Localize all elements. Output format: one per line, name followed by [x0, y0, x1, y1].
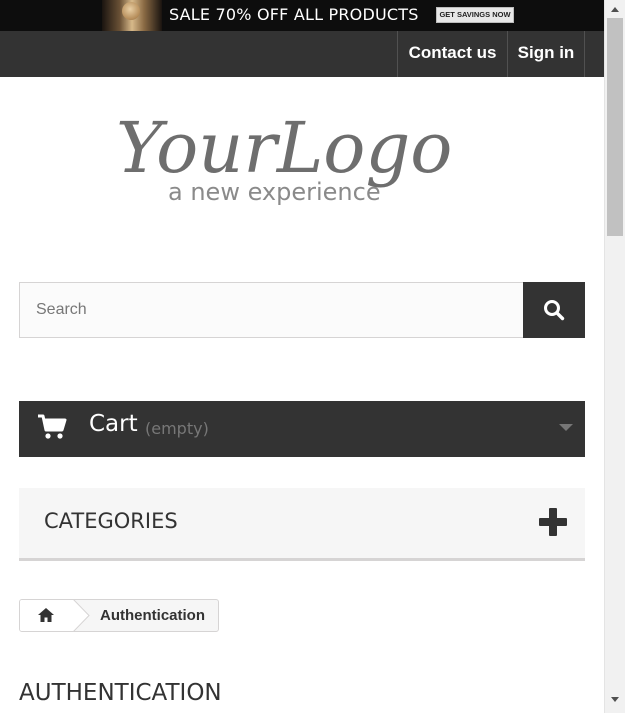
vertical-scrollbar[interactable] [604, 0, 625, 713]
home-icon [38, 608, 54, 622]
promo-banner[interactable]: SALE 70% OFF ALL PRODUCTS GET SAVINGS NO… [0, 0, 604, 31]
categories-label: CATEGORIES [44, 509, 178, 533]
cart-label: Cart [89, 411, 138, 437]
page-title: AUTHENTICATION [19, 680, 222, 706]
search-input[interactable] [19, 282, 524, 338]
scrollbar-thumb[interactable] [607, 18, 623, 236]
plus-icon[interactable] [539, 508, 567, 536]
cart-block[interactable]: Cart (empty) [19, 401, 585, 457]
contact-us-link[interactable]: Contact us [397, 31, 507, 77]
breadcrumb-current: Authentication [100, 607, 205, 624]
header-nav: Contact us Sign in [0, 31, 604, 77]
cart-status: (empty) [145, 419, 209, 438]
caret-down-icon[interactable] [559, 423, 573, 432]
logo-wordmark: YourLogo [116, 107, 452, 189]
scroll-up-arrow-icon[interactable] [611, 7, 619, 12]
breadcrumb-separator [58, 600, 90, 631]
search-bar [19, 282, 585, 338]
get-savings-button[interactable]: GET SAVINGS NOW [436, 7, 514, 23]
promo-model-image [102, 0, 162, 31]
breadcrumb: Authentication [19, 599, 219, 632]
promo-banner-text: SALE 70% OFF ALL PRODUCTS [169, 5, 419, 24]
search-icon [544, 300, 565, 321]
cart-icon [38, 414, 67, 439]
search-button[interactable] [523, 282, 585, 338]
store-logo[interactable]: YourLogo a new experience [108, 100, 478, 215]
categories-block[interactable]: CATEGORIES [19, 488, 585, 561]
scroll-down-arrow-icon[interactable] [611, 697, 619, 702]
sign-in-link[interactable]: Sign in [507, 31, 585, 77]
logo-tagline: a new experience [168, 178, 381, 206]
